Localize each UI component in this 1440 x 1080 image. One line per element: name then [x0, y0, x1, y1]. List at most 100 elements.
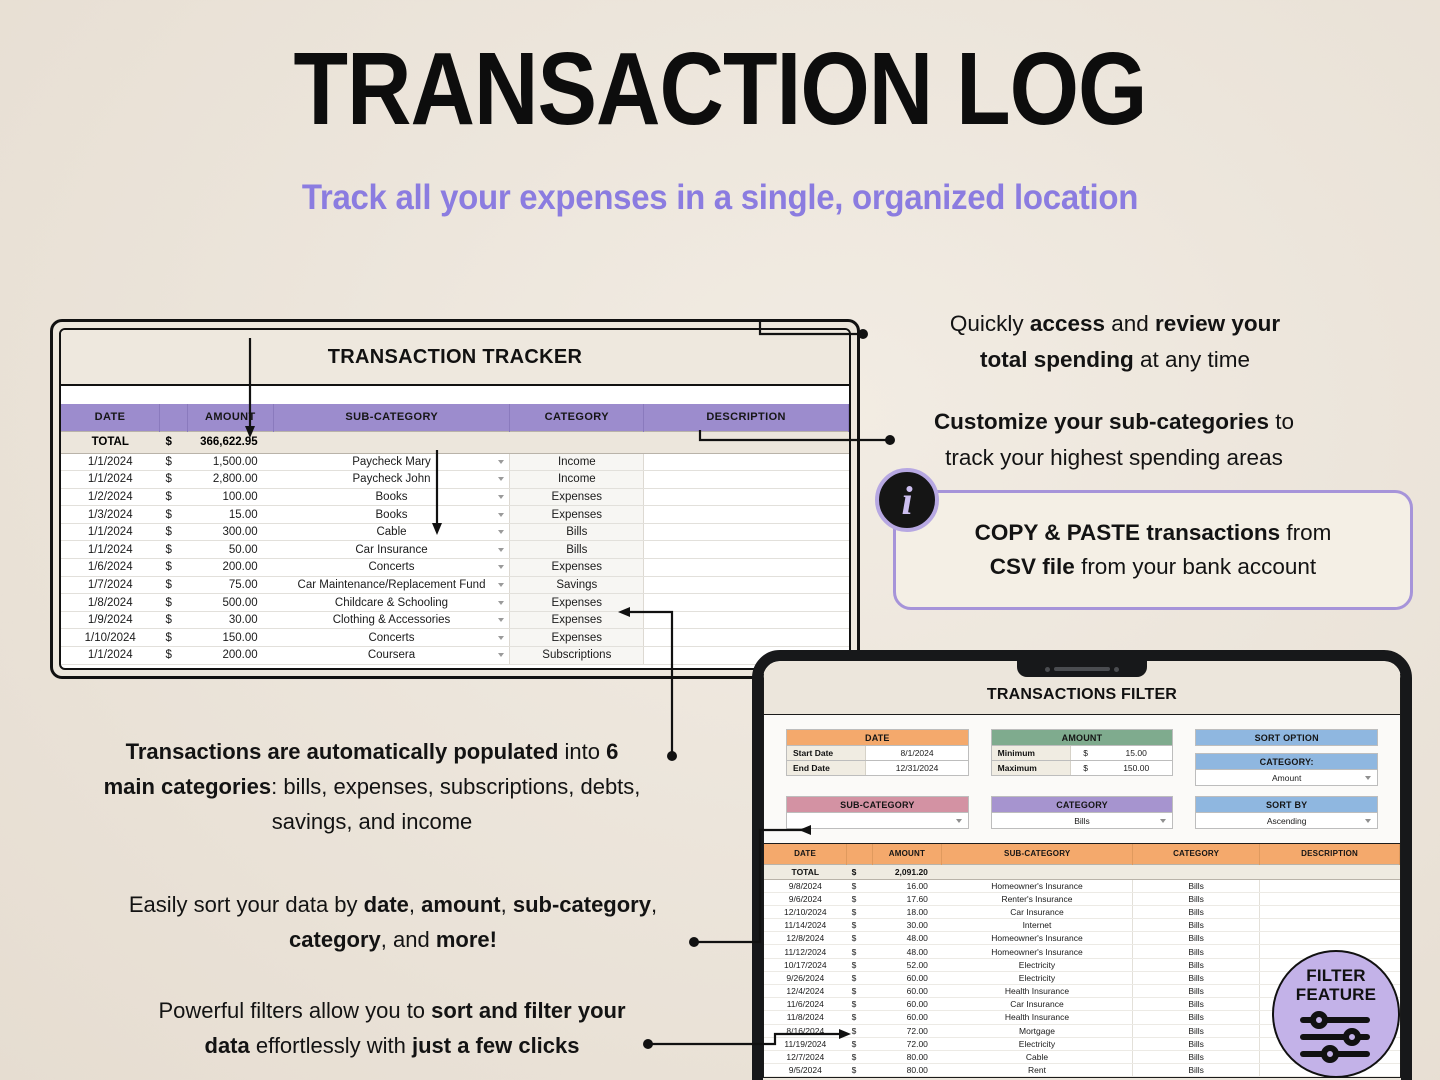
cell-sub-category[interactable]: Paycheck John: [273, 470, 511, 489]
callout-copy-paste-card: COPY & PASTE transactions from CSV file …: [893, 490, 1413, 610]
column-header-description[interactable]: DESCRIPTION: [1259, 844, 1400, 864]
cell-description[interactable]: [643, 611, 849, 630]
cell-description[interactable]: [643, 558, 849, 577]
cell-sub-category[interactable]: Books: [273, 488, 511, 507]
minimum-value[interactable]: 15.00: [1100, 746, 1172, 760]
cell-description[interactable]: [643, 576, 849, 595]
column-header-description[interactable]: DESCRIPTION: [643, 404, 849, 431]
page-title: TRANSACTION LOG: [293, 32, 1147, 147]
chevron-down-icon: [498, 565, 505, 570]
sub-category-select[interactable]: [786, 813, 969, 829]
cell-category: Bills: [1132, 984, 1261, 999]
cell-date: 12/8/2024: [764, 931, 847, 946]
cell-description[interactable]: [643, 523, 849, 542]
transactions-filter-title: TRANSACTIONS FILTER: [986, 686, 1178, 703]
cell-currency: $: [846, 931, 873, 946]
filter-start-date-row[interactable]: Start Date 8/1/2024: [786, 746, 969, 761]
column-header-amount[interactable]: AMOUNT: [187, 404, 275, 431]
table-row[interactable]: 1/6/2024 $200.00 Concerts Expenses: [61, 558, 849, 577]
cell-amount: 200.00: [187, 646, 274, 665]
table-row[interactable]: 1/7/2024 $75.00 Car Maintenance/Replacemen…: [61, 576, 849, 595]
total-currency: $: [159, 430, 187, 454]
sort-by-select[interactable]: Ascending: [1195, 813, 1378, 829]
table-row[interactable]: 1/3/2024 $15.00 Books Expenses: [61, 505, 849, 524]
table-row[interactable]: 11/12/2024 $48.00 Homeowner's Insurance Bil…: [764, 944, 1400, 959]
table-row[interactable]: 1/2/2024 $100.00 Books Expenses: [61, 488, 849, 507]
cell-description[interactable]: [643, 628, 849, 648]
filter-maximum-row[interactable]: Maximum $ 150.00: [990, 761, 1174, 776]
column-header-date[interactable]: DATE: [61, 404, 160, 431]
cell-description: [1259, 892, 1400, 906]
cell-date: 12/10/2024: [764, 905, 847, 920]
column-header-sub-category[interactable]: SUB-CATEGORY: [273, 404, 511, 431]
filter-minimum-row[interactable]: Minimum $ 15.00: [990, 746, 1174, 761]
column-header-category[interactable]: CATEGORY: [509, 404, 645, 431]
cell-sub-category[interactable]: Concerts: [273, 558, 511, 577]
cell-description: [1259, 931, 1400, 946]
table-row[interactable]: 9/8/2024 $16.00 Homeowner's Insurance Bills: [764, 879, 1400, 893]
cell-description[interactable]: [643, 470, 849, 489]
cell-date: 1/2/2024: [61, 488, 160, 507]
cell-description[interactable]: [643, 540, 849, 560]
cell-description[interactable]: [643, 453, 849, 472]
cell-description[interactable]: [643, 505, 849, 524]
end-date-value[interactable]: 12/31/2024: [866, 761, 967, 775]
chevron-down-icon: [498, 635, 505, 640]
table-row[interactable]: 1/1/2024 $50.00 Car Insurance Bills: [61, 540, 849, 560]
callout-bold: category: [289, 926, 381, 952]
table-row[interactable]: 9/6/2024 $17.60 Renter's Insurance Bills: [764, 892, 1400, 906]
cell-amount: 72.00: [872, 1037, 942, 1051]
cell-description[interactable]: [643, 593, 849, 612]
cell-sub-category[interactable]: Concerts: [273, 628, 511, 648]
cell-sub-category[interactable]: Car Maintenance/Replacement Fund: [273, 576, 511, 595]
callout-text: effortlessly with: [249, 1032, 412, 1058]
callout-sorting: Easily sort your data by date, amount, s…: [88, 888, 698, 958]
cell-amount: 100.00: [187, 488, 274, 507]
start-date-label: Start Date: [787, 746, 867, 760]
table-row[interactable]: 1/1/2024 $1,500.00 Paycheck Mary Income: [61, 453, 849, 472]
filter-sub-category: SUB-CATEGORY: [786, 796, 969, 829]
table-row[interactable]: 12/8/2024 $48.00 Homeowner's Insurance Bill…: [764, 931, 1400, 946]
chevron-down-icon: [498, 582, 505, 587]
column-header-sub-category[interactable]: SUB-CATEGORY: [941, 844, 1134, 864]
sort-category-header: CATEGORY:: [1195, 753, 1378, 770]
cell-date: 11/8/2024: [764, 1010, 847, 1025]
cell-sub-category[interactable]: Childcare & Schooling: [273, 593, 511, 612]
total-label: TOTAL: [61, 430, 160, 454]
cell-sub-category[interactable]: Cable: [273, 523, 511, 542]
start-date-value[interactable]: 8/1/2024: [866, 746, 967, 760]
cell-amount: 60.00: [872, 997, 942, 1012]
table-row[interactable]: 12/10/2024 $18.00 Car Insurance Bills: [764, 905, 1400, 920]
callout-text: Easily sort your data by: [128, 892, 364, 917]
cell-amount: 80.00: [872, 1063, 942, 1078]
cell-sub-category[interactable]: Coursera: [273, 646, 511, 665]
cell-sub-category[interactable]: Paycheck Mary: [273, 453, 511, 472]
cell-category: Bills: [1132, 944, 1261, 959]
column-header-amount[interactable]: AMOUNT: [872, 844, 943, 864]
table-row[interactable]: 1/1/2024 $2,800.00 Paycheck John Income: [61, 470, 849, 489]
cell-date: 1/1/2024: [61, 540, 160, 560]
table-row[interactable]: 11/14/2024 $30.00 Internet Bills: [764, 918, 1400, 933]
category-select[interactable]: Bills: [990, 813, 1174, 829]
cell-sub-category[interactable]: Books: [273, 505, 511, 524]
table-row[interactable]: 1/1/2024 $200.00 Coursera Subscriptions: [61, 646, 849, 665]
table-row[interactable]: 1/10/2024 $150.00 Concerts Expenses: [61, 628, 849, 648]
chevron-down-icon: [498, 494, 505, 499]
cell-amount: 30.00: [187, 611, 274, 630]
table-row[interactable]: 1/1/2024 $300.00 Cable Bills: [61, 523, 849, 542]
cell-sub-category[interactable]: Car Insurance: [273, 540, 511, 560]
filter-end-date-row[interactable]: End Date 12/31/2024: [786, 761, 969, 776]
table-row[interactable]: 1/8/2024 $500.00 Childcare & Schooling Expe…: [61, 593, 849, 612]
speaker-grille: [1054, 667, 1110, 671]
column-header-date[interactable]: DATE: [764, 844, 848, 864]
table-row[interactable]: 1/9/2024 $30.00 Clothing & Accessories Expe…: [61, 611, 849, 630]
cell-description[interactable]: [643, 488, 849, 507]
maximum-value[interactable]: 150.00: [1100, 761, 1172, 775]
chevron-down-icon: [1160, 818, 1167, 823]
cell-currency: $: [846, 984, 873, 999]
column-header-category[interactable]: CATEGORY: [1132, 844, 1261, 864]
filter-date: DATE Start Date 8/1/2024 End Date 12/31/…: [786, 729, 969, 786]
cell-sub-category[interactable]: Clothing & Accessories: [273, 611, 511, 630]
cell-category: Bills: [1132, 892, 1261, 906]
sort-category-select[interactable]: Amount: [1195, 770, 1378, 786]
